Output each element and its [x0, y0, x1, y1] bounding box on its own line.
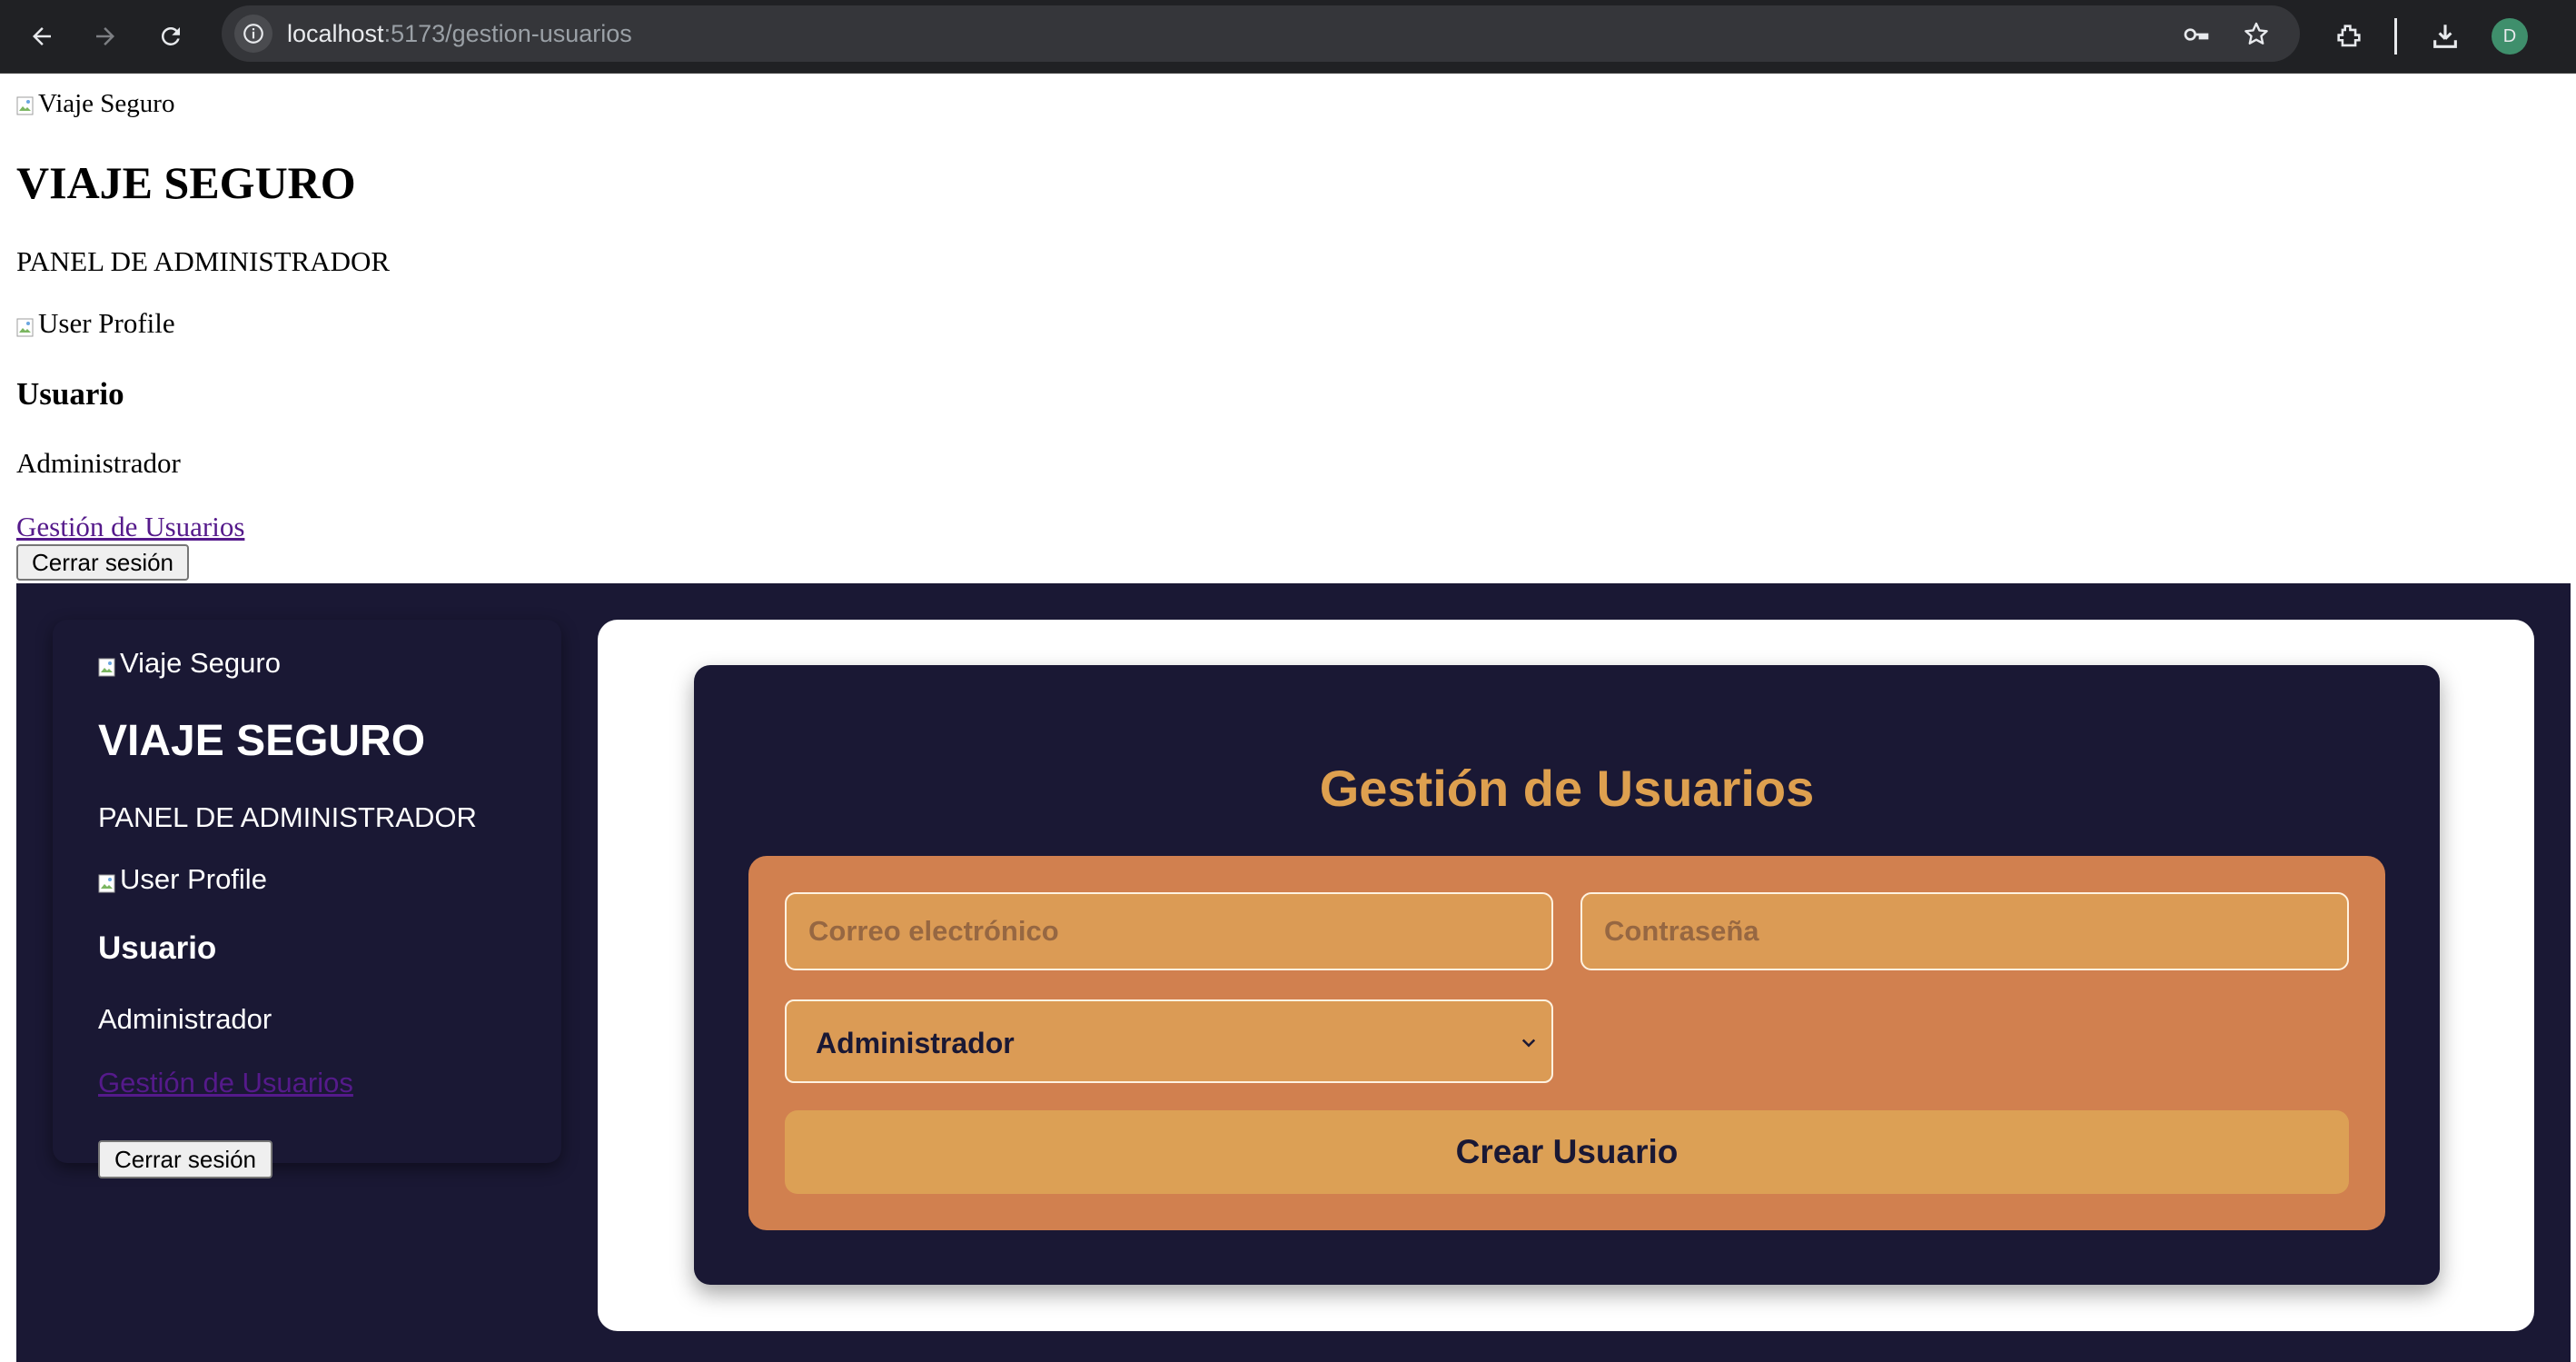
- subtitle: PANEL DE ADMINISTRADOR: [16, 245, 391, 277]
- sidebar: Viaje Seguro VIAJE SEGURO PANEL DE ADMIN…: [53, 620, 561, 1178]
- broken-image-icon: [98, 652, 118, 677]
- site-info-icon[interactable]: [234, 15, 272, 53]
- forward-button[interactable]: [82, 13, 129, 60]
- sidebar-logo-broken: Viaje Seguro: [98, 647, 281, 680]
- sidebar-user-role: Administrador: [98, 1003, 272, 1035]
- user-management-card: Gestión de Usuarios Administrador Crear …: [694, 665, 2440, 1285]
- logo-image-broken: Viaje Seguro: [16, 89, 174, 119]
- reload-icon: [161, 26, 180, 45]
- page-title: VIAJE SEGURO: [16, 157, 356, 208]
- extensions-icon[interactable]: [2325, 13, 2373, 60]
- password-key-icon[interactable]: [2180, 18, 2213, 51]
- broken-image-icon: [16, 94, 36, 115]
- app-layout: Viaje Seguro VIAJE SEGURO PANEL DE ADMIN…: [16, 583, 2571, 1362]
- sidebar-subtitle: PANEL DE ADMINISTRADOR: [98, 801, 477, 833]
- broken-image-icon: [98, 869, 118, 893]
- download-icon[interactable]: [2422, 13, 2469, 60]
- main-content: Gestión de Usuarios Administrador Crear …: [598, 620, 2534, 1331]
- profile-avatar[interactable]: D: [2492, 18, 2528, 55]
- sidebar-logout-button[interactable]: Cerrar sesión: [98, 1140, 272, 1178]
- create-user-button[interactable]: Crear Usuario: [785, 1110, 2349, 1194]
- arrow-left-icon: [33, 27, 51, 45]
- nav-link-gestion-usuarios[interactable]: Gestión de Usuarios: [16, 511, 244, 542]
- sidebar-user-name: Usuario: [98, 930, 217, 966]
- reload-button[interactable]: [147, 13, 194, 60]
- toolbar-divider: [2394, 18, 2397, 55]
- role-select-value: Administrador: [816, 1027, 1015, 1059]
- email-input[interactable]: [785, 892, 1553, 970]
- profile-image-broken: User Profile: [16, 307, 175, 340]
- chevron-down-icon: [1521, 1039, 1536, 1048]
- back-button[interactable]: [18, 13, 65, 60]
- address-bar[interactable]: localhost:5173/gestion-usuarios: [222, 5, 2300, 62]
- create-user-form: Administrador Crear Usuario: [748, 856, 2385, 1230]
- password-input[interactable]: [1580, 892, 2349, 970]
- arrow-right-icon: [96, 27, 114, 45]
- sidebar-title: VIAJE SEGURO: [98, 717, 426, 765]
- user-role: Administrador: [16, 447, 181, 479]
- sidebar-profile-broken: User Profile: [98, 863, 267, 896]
- section-title: Gestión de Usuarios: [1319, 760, 1815, 817]
- broken-image-icon: [16, 313, 36, 337]
- bookmark-star-icon[interactable]: [2240, 18, 2273, 51]
- logout-button[interactable]: Cerrar sesión: [16, 544, 189, 581]
- role-select[interactable]: Administrador: [785, 999, 1553, 1083]
- url-text[interactable]: localhost:5173/gestion-usuarios: [287, 19, 632, 48]
- user-name: Usuario: [16, 376, 124, 412]
- browser-toolbar: localhost:5173/gestion-usuarios D: [0, 0, 2576, 74]
- sidebar-item-gestion-usuarios[interactable]: Gestión de Usuarios: [98, 1067, 353, 1099]
